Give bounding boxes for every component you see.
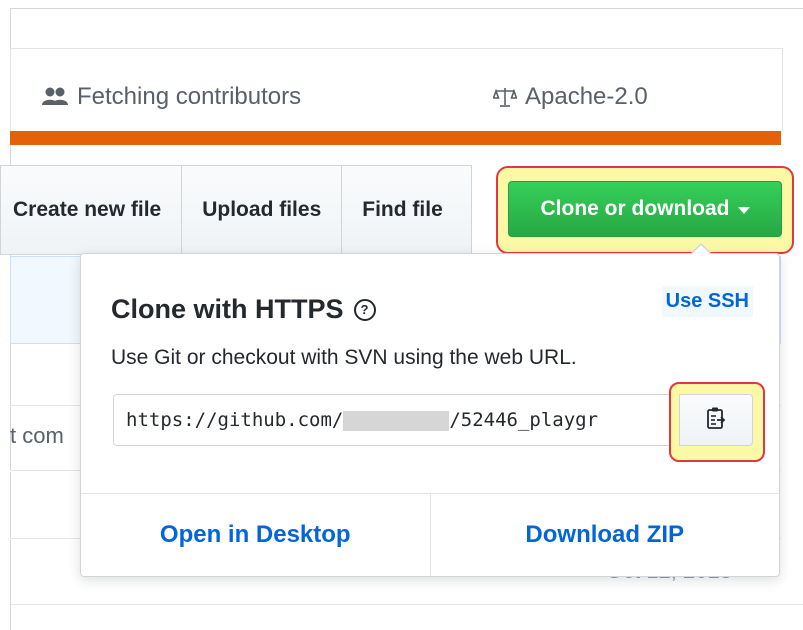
download-zip-button[interactable]: Download ZIP — [429, 494, 780, 576]
upload-files-button[interactable]: Upload files — [182, 165, 343, 255]
row-text-fragment: t com — [10, 423, 64, 448]
url-suffix: /52446_playgr — [449, 409, 599, 431]
url-prefix: https://github.com/ — [126, 409, 344, 431]
clone-title-text: Clone with HTTPS — [111, 294, 344, 324]
clone-button-label: Clone or download — [540, 197, 730, 220]
contributors-label: Fetching contributors — [77, 83, 302, 110]
license-label: Apache-2.0 — [525, 83, 648, 110]
file-actions-toolbar: Create new file Upload files Find file — [0, 165, 473, 255]
language-bar — [10, 131, 781, 145]
copy-to-clipboard-button[interactable] — [679, 394, 753, 446]
find-file-button[interactable]: Find file — [342, 165, 473, 255]
bottom-divider — [10, 604, 803, 605]
clone-popover-title: Clone with HTTPS ? — [111, 294, 376, 325]
clone-description: Use Git or checkout with SVN using the w… — [111, 346, 577, 369]
caret-down-icon — [737, 206, 750, 214]
clone-popover: Clone with HTTPS ? Use SSH Use Git or ch… — [80, 243, 780, 577]
people-icon — [41, 87, 69, 107]
law-scale-icon — [493, 86, 517, 108]
clipboard-icon — [706, 406, 726, 435]
create-new-file-button[interactable]: Create new file — [0, 165, 183, 255]
clone-url-input[interactable]: https://github.com/ /52446_playgr — [113, 394, 673, 446]
clone-popover-footer: Open in Desktop Download ZIP — [81, 493, 779, 576]
contributors-summary[interactable]: Fetching contributors — [41, 83, 301, 111]
repo-summary-bar: Fetching contributors Apache-2.0 — [10, 48, 783, 131]
license-summary[interactable]: Apache-2.0 — [493, 83, 648, 111]
redacted-username — [343, 410, 450, 431]
clone-or-download-button[interactable]: Clone or download — [508, 181, 782, 237]
question-icon[interactable]: ? — [353, 298, 376, 321]
open-in-desktop-button[interactable]: Open in Desktop — [81, 494, 430, 576]
use-ssh-link[interactable]: Use SSH — [661, 286, 753, 317]
